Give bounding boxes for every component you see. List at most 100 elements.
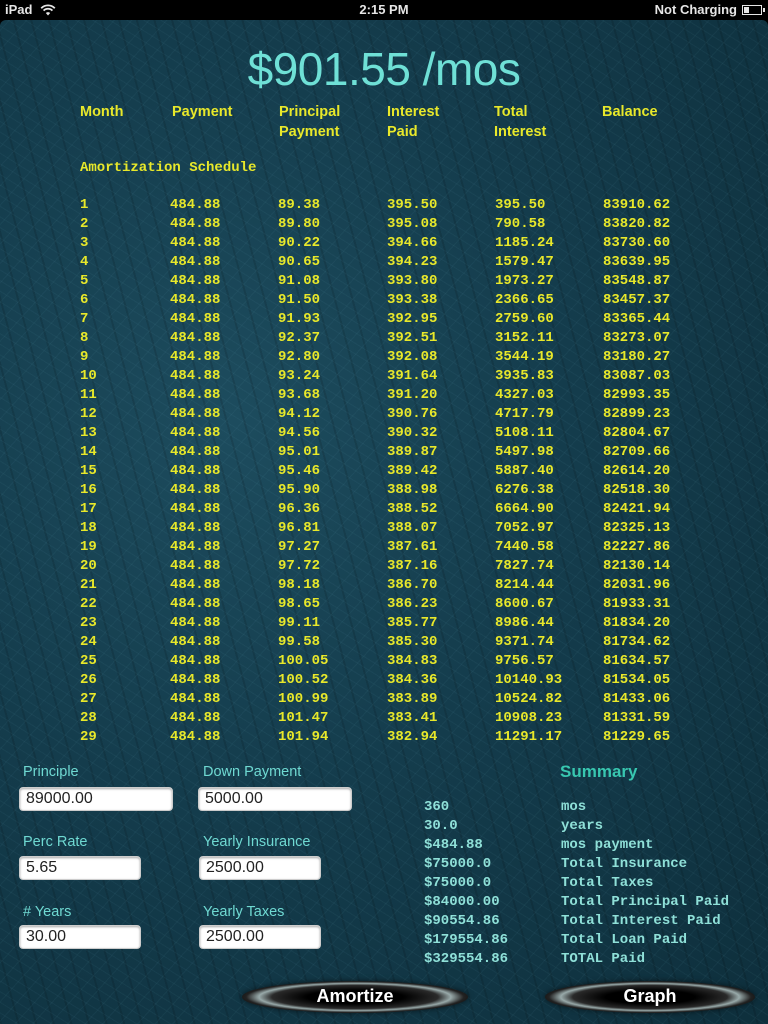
cell-total-interest: 4717.79 bbox=[495, 406, 554, 422]
cell-payment: 484.88 bbox=[170, 596, 221, 612]
cell-payment: 484.88 bbox=[170, 520, 221, 536]
cell-month: 9 bbox=[80, 349, 89, 365]
cell-principal-payment: 100.52 bbox=[278, 672, 329, 688]
cell-month: 3 bbox=[80, 235, 89, 251]
cell-payment: 484.88 bbox=[170, 501, 221, 517]
cell-payment: 484.88 bbox=[170, 273, 221, 289]
cell-total-interest: 7827.74 bbox=[495, 558, 554, 574]
cell-payment: 484.88 bbox=[170, 729, 221, 745]
cell-payment: 484.88 bbox=[170, 349, 221, 365]
cell-month: 14 bbox=[80, 444, 97, 460]
cell-interest-paid: 382.94 bbox=[387, 729, 438, 745]
cell-balance: 81933.31 bbox=[603, 596, 671, 612]
schedule-title: Amortization Schedule bbox=[80, 160, 257, 176]
cell-principal-payment: 97.27 bbox=[278, 539, 321, 555]
cell-total-interest: 11291.17 bbox=[495, 729, 563, 745]
cell-interest-paid: 383.89 bbox=[387, 691, 438, 707]
summary-value: 30.0 bbox=[424, 818, 458, 834]
summary-label: Total Loan Paid bbox=[561, 932, 688, 948]
amortize-button[interactable]: Amortize bbox=[242, 981, 468, 1013]
table-row: 3 484.88 90.22 394.66 1185.24 83730.60 bbox=[0, 234, 768, 253]
cell-month: 5 bbox=[80, 273, 89, 289]
charging-status: Not Charging bbox=[654, 2, 737, 17]
graph-button[interactable]: Graph bbox=[545, 981, 755, 1013]
cell-month: 1 bbox=[80, 197, 89, 213]
cell-payment: 484.88 bbox=[170, 691, 221, 707]
table-row: 22 484.88 98.65 386.23 8600.67 81933.31 bbox=[0, 595, 768, 614]
cell-balance: 81331.59 bbox=[603, 710, 671, 726]
cell-principal-payment: 100.05 bbox=[278, 653, 329, 669]
cell-month: 22 bbox=[80, 596, 97, 612]
amortization-table[interactable]: 1 484.88 89.38 395.50 395.50 83910.62 2 484.88 8… bbox=[0, 196, 768, 747]
cell-balance: 81634.57 bbox=[603, 653, 671, 669]
cell-principal-payment: 94.56 bbox=[278, 425, 321, 441]
cell-month: 29 bbox=[80, 729, 97, 745]
cell-total-interest: 8600.67 bbox=[495, 596, 554, 612]
cell-payment: 484.88 bbox=[170, 710, 221, 726]
down-payment-label: Down Payment bbox=[203, 764, 302, 780]
cell-payment: 484.88 bbox=[170, 577, 221, 593]
cell-total-interest: 1973.27 bbox=[495, 273, 554, 289]
cell-interest-paid: 392.51 bbox=[387, 330, 438, 346]
cell-total-interest: 1579.47 bbox=[495, 254, 554, 270]
summary-row: $84000.00 Total Principal Paid bbox=[0, 893, 768, 912]
cell-interest-paid: 386.23 bbox=[387, 596, 438, 612]
battery-icon bbox=[742, 4, 765, 15]
header-total-interest: Total Interest bbox=[494, 104, 547, 140]
cell-principal-payment: 89.80 bbox=[278, 216, 321, 232]
header-principal-payment: Principal Payment bbox=[279, 104, 341, 140]
cell-month: 19 bbox=[80, 539, 97, 555]
cell-balance: 81834.20 bbox=[603, 615, 671, 631]
cell-principal-payment: 91.50 bbox=[278, 292, 321, 308]
cell-total-interest: 7440.58 bbox=[495, 539, 554, 555]
cell-principal-payment: 101.47 bbox=[278, 710, 329, 726]
cell-principal-payment: 92.80 bbox=[278, 349, 321, 365]
cell-payment: 484.88 bbox=[170, 558, 221, 574]
summary-value: $179554.86 bbox=[424, 932, 509, 948]
monthly-payment-title: $901.55 /mos bbox=[247, 43, 521, 95]
cell-interest-paid: 388.98 bbox=[387, 482, 438, 498]
table-row: 16 484.88 95.90 388.98 6276.38 82518.30 bbox=[0, 481, 768, 500]
cell-total-interest: 3152.11 bbox=[495, 330, 554, 346]
summary-value: 360 bbox=[424, 799, 450, 815]
cell-interest-paid: 389.42 bbox=[387, 463, 438, 479]
cell-month: 15 bbox=[80, 463, 97, 479]
cell-payment: 484.88 bbox=[170, 330, 221, 346]
summary-value: $75000.0 bbox=[424, 875, 492, 891]
summary-label: years bbox=[561, 818, 604, 834]
table-row: 1 484.88 89.38 395.50 395.50 83910.62 bbox=[0, 196, 768, 215]
cell-balance: 83365.44 bbox=[603, 311, 671, 327]
cell-balance: 83639.95 bbox=[603, 254, 671, 270]
cell-interest-paid: 390.32 bbox=[387, 425, 438, 441]
cell-balance: 82031.96 bbox=[603, 577, 671, 593]
cell-month: 27 bbox=[80, 691, 97, 707]
table-row: 19 484.88 97.27 387.61 7440.58 82227.86 bbox=[0, 538, 768, 557]
cell-payment: 484.88 bbox=[170, 311, 221, 327]
cell-interest-paid: 387.16 bbox=[387, 558, 438, 574]
cell-payment: 484.88 bbox=[170, 463, 221, 479]
cell-interest-paid: 392.95 bbox=[387, 311, 438, 327]
cell-month: 2 bbox=[80, 216, 89, 232]
cell-principal-payment: 95.46 bbox=[278, 463, 321, 479]
table-row: 8 484.88 92.37 392.51 3152.11 83273.07 bbox=[0, 329, 768, 348]
cell-total-interest: 10524.82 bbox=[495, 691, 563, 707]
cell-interest-paid: 385.77 bbox=[387, 615, 438, 631]
cell-balance: 81433.06 bbox=[603, 691, 671, 707]
table-row: 5 484.88 91.08 393.80 1973.27 83548.87 bbox=[0, 272, 768, 291]
table-row: 18 484.88 96.81 388.07 7052.97 82325.13 bbox=[0, 519, 768, 538]
table-row: 12 484.88 94.12 390.76 4717.79 82899.23 bbox=[0, 405, 768, 424]
table-row: 13 484.88 94.56 390.32 5108.11 82804.67 bbox=[0, 424, 768, 443]
cell-principal-payment: 92.37 bbox=[278, 330, 321, 346]
table-row: 7 484.88 91.93 392.95 2759.60 83365.44 bbox=[0, 310, 768, 329]
cell-principal-payment: 90.65 bbox=[278, 254, 321, 270]
cell-principal-payment: 97.72 bbox=[278, 558, 321, 574]
cell-interest-paid: 389.87 bbox=[387, 444, 438, 460]
cell-total-interest: 790.58 bbox=[495, 216, 546, 232]
cell-balance: 83273.07 bbox=[603, 330, 671, 346]
cell-month: 23 bbox=[80, 615, 97, 631]
cell-interest-paid: 387.61 bbox=[387, 539, 438, 555]
cell-total-interest: 10908.23 bbox=[495, 710, 563, 726]
summary-value: $84000.00 bbox=[424, 894, 500, 910]
summary-row: $484.88 mos payment bbox=[0, 836, 768, 855]
cell-total-interest: 3935.83 bbox=[495, 368, 554, 384]
